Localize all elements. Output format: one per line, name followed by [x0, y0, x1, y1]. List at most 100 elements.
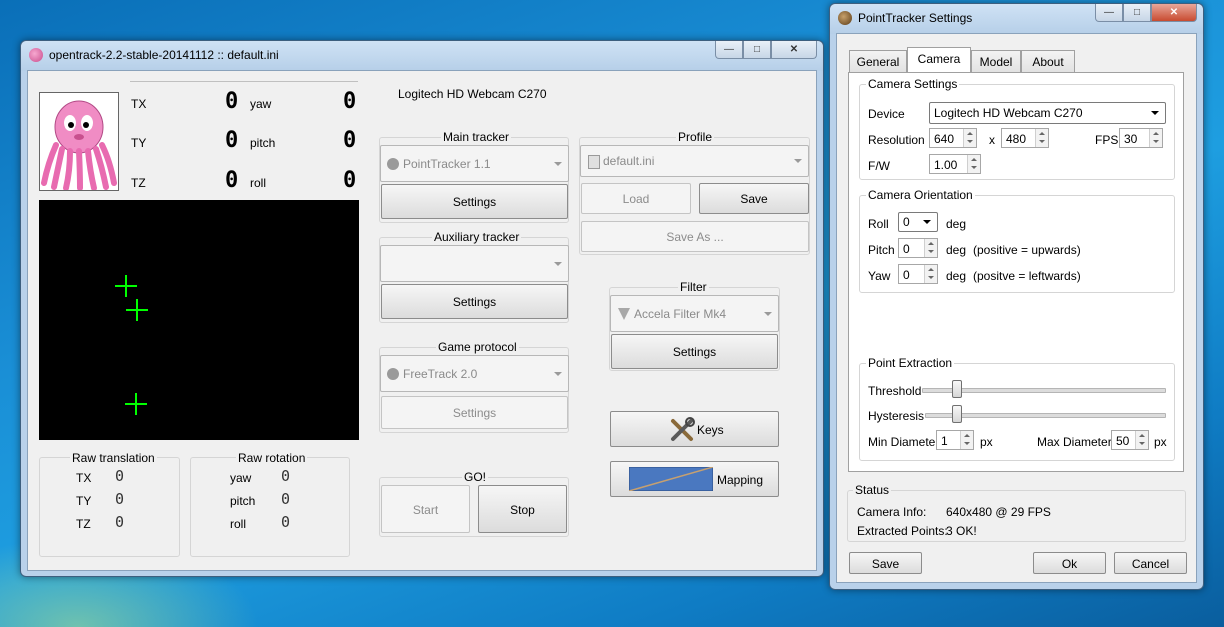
octopus-logo	[39, 92, 119, 191]
settings-client-area: General Camera Model About Camera Settin…	[836, 33, 1197, 583]
pose-value-roll: 0	[343, 168, 357, 193]
maximize-button[interactable]: □	[743, 41, 771, 59]
pose-value-tz: 0	[225, 168, 239, 193]
opentrack-main-window: opentrack-2.2-stable-20141112 :: default…	[20, 40, 824, 577]
pointtracker-settings-window: PointTracker Settings — □ ✕ General Came…	[829, 3, 1204, 590]
filter-title: Filter	[678, 280, 709, 294]
resolution-height-spinbox[interactable]: 480	[1001, 128, 1049, 148]
status-title: Status	[853, 483, 892, 497]
spin-arrows-icon[interactable]	[960, 431, 973, 449]
resolution-width-spinbox[interactable]: 640	[929, 128, 977, 148]
camera-name-label: Logitech HD Webcam C270	[398, 87, 547, 101]
raw-ty-label: TY	[76, 494, 92, 508]
tracked-point-1	[115, 275, 137, 297]
aux-tracker-select[interactable]	[380, 245, 569, 282]
pose-label-ty: TY	[131, 136, 147, 150]
max-diameter-spinbox[interactable]: 50	[1111, 430, 1149, 450]
profile-value: default.ini	[603, 154, 655, 168]
mapping-label: Mapping	[717, 473, 764, 487]
raw-tz-label: TZ	[76, 517, 91, 531]
fps-label: FPS	[1095, 133, 1119, 147]
spin-arrows-icon[interactable]	[1135, 431, 1148, 449]
pitch-value: 0	[903, 242, 910, 256]
pitch-spinbox[interactable]: 0	[898, 238, 938, 258]
pose-value-pitch: 0	[343, 128, 357, 153]
spin-arrows-icon[interactable]	[967, 155, 980, 173]
max-diameter-label: Max Diameter	[1037, 435, 1112, 449]
tab-model[interactable]: Model	[971, 50, 1021, 72]
pointtracker-app-icon	[838, 11, 852, 25]
spin-arrows-icon[interactable]	[963, 129, 976, 147]
game-protocol-value: FreeTrack 2.0	[403, 367, 478, 381]
pitch-note: (positive = upwards)	[973, 243, 1081, 257]
aux-tracker-settings-button[interactable]: Settings	[381, 284, 568, 319]
min-diameter-unit: px	[980, 435, 993, 449]
start-button[interactable]: Start	[381, 485, 470, 533]
save-button[interactable]: Save	[849, 552, 922, 574]
save-profile-button[interactable]: Save	[699, 183, 809, 214]
pose-label-tx: TX	[131, 97, 147, 111]
keys-button[interactable]: Keys	[610, 411, 779, 447]
pose-value-yaw: 0	[343, 89, 357, 114]
min-diameter-spinbox[interactable]: 1	[936, 430, 974, 450]
tab-camera[interactable]: Camera	[907, 47, 971, 72]
roll-select[interactable]: 0	[898, 212, 938, 232]
raw-rotation-group	[190, 457, 350, 557]
chevron-down-icon	[1151, 111, 1159, 115]
point-extraction-title: Point Extraction	[866, 356, 955, 370]
camera-orientation-title: Camera Orientation	[866, 188, 975, 202]
pitch-label: Pitch	[868, 243, 895, 257]
close-button[interactable]: ✕	[1151, 4, 1197, 22]
spin-arrows-icon[interactable]	[1035, 129, 1048, 147]
tab-general[interactable]: General	[849, 50, 907, 72]
fps-spinbox[interactable]: 30	[1119, 128, 1163, 148]
yaw-unit: deg	[946, 269, 967, 283]
max-diameter-unit: px	[1154, 435, 1167, 449]
settings-window-titlebar[interactable]: PointTracker Settings — □ ✕	[830, 4, 1203, 34]
raw-pitch-value: 0	[281, 490, 291, 508]
mapping-button[interactable]: Mapping	[610, 461, 779, 497]
go-title: GO!	[462, 470, 489, 484]
load-profile-button[interactable]: Load	[581, 183, 691, 214]
spin-arrows-icon[interactable]	[924, 265, 937, 283]
main-caption-buttons: — □ ✕	[715, 41, 817, 60]
stop-button[interactable]: Stop	[478, 485, 567, 533]
main-tracker-settings-button[interactable]: Settings	[381, 184, 568, 219]
filter-settings-button[interactable]: Settings	[611, 334, 778, 369]
chevron-down-icon	[554, 371, 562, 376]
spin-arrows-icon[interactable]	[924, 239, 937, 257]
yaw-value: 0	[903, 268, 910, 282]
pose-label-yaw: yaw	[250, 97, 272, 111]
game-protocol-select[interactable]: FreeTrack 2.0	[380, 355, 569, 392]
game-protocol-title: Game protocol	[436, 340, 519, 354]
resolution-height-value: 480	[1006, 132, 1027, 146]
threshold-slider-handle[interactable]	[952, 380, 962, 398]
fw-spinbox[interactable]: 1.00	[929, 154, 981, 174]
main-window-titlebar[interactable]: opentrack-2.2-stable-20141112 :: default…	[21, 41, 823, 71]
minimize-button[interactable]: —	[1095, 4, 1123, 22]
yaw-note: (positve = leftwards)	[973, 269, 1081, 283]
settings-window-title: PointTracker Settings	[858, 11, 973, 25]
profile-title: Profile	[676, 130, 715, 144]
raw-tz-value: 0	[115, 513, 125, 531]
min-diameter-label: Min Diameter	[868, 435, 940, 449]
tab-about[interactable]: About	[1021, 50, 1075, 72]
threshold-label: Threshold	[868, 384, 922, 398]
maximize-button[interactable]: □	[1123, 4, 1151, 22]
extracted-points-label: Extracted Points:	[857, 524, 948, 538]
hysteresis-slider-handle[interactable]	[952, 405, 962, 423]
device-select[interactable]: Logitech HD Webcam C270	[929, 102, 1166, 124]
yaw-spinbox[interactable]: 0	[898, 264, 938, 284]
game-protocol-settings-button[interactable]: Settings	[381, 396, 568, 429]
spin-arrows-icon[interactable]	[1149, 129, 1162, 147]
main-tracker-select[interactable]: PointTracker 1.1	[380, 145, 569, 182]
filter-select[interactable]: Accela Filter Mk4	[610, 295, 779, 332]
camera-settings-title: Camera Settings	[866, 77, 960, 91]
minimize-button[interactable]: —	[715, 41, 743, 59]
close-button[interactable]: ✕	[771, 41, 817, 59]
ok-button[interactable]: Ok	[1033, 552, 1106, 574]
chevron-down-icon	[764, 311, 772, 316]
cancel-button[interactable]: Cancel	[1114, 552, 1187, 574]
save-as-profile-button[interactable]: Save As ...	[581, 221, 809, 252]
profile-select[interactable]: default.ini	[580, 145, 809, 177]
